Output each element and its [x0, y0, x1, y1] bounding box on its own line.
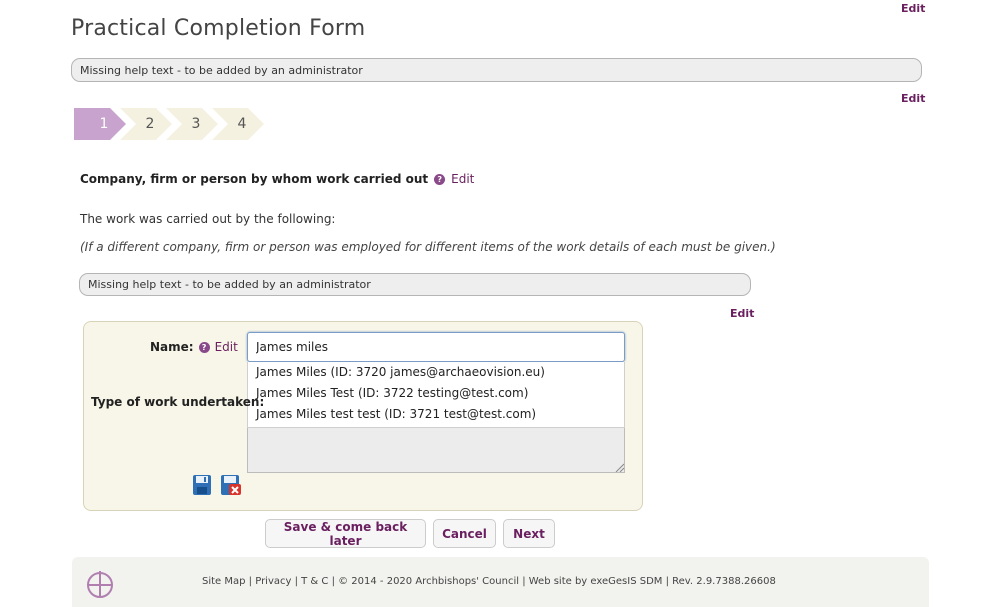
autocomplete-option[interactable]: James Miles test test (ID: 3721 test@tes… — [248, 404, 624, 425]
step-progress: 1 2 3 4 — [74, 108, 284, 140]
section-heading: Company, firm or person by whom work car… — [80, 172, 474, 186]
name-edit-link[interactable]: Edit — [215, 340, 238, 354]
top-edit-link[interactable]: Edit — [901, 2, 925, 15]
intro-note: (If a different company, firm or person … — [80, 240, 776, 254]
work-type-textarea[interactable] — [247, 428, 625, 473]
page-title: Practical Completion Form — [71, 16, 366, 41]
section-heading-label: Company, firm or person by whom work car… — [80, 172, 429, 186]
name-field-label: Name: ? Edit — [150, 340, 238, 354]
help-question-icon[interactable]: ? — [198, 341, 210, 353]
step-3[interactable]: 3 — [166, 108, 218, 140]
help-text: Missing help text - to be added by an ad… — [80, 63, 363, 77]
cancel-disk-icon[interactable] — [220, 474, 242, 496]
step-label: 2 — [145, 116, 155, 132]
save-come-back-later-button[interactable]: Save & come back later — [265, 519, 426, 548]
step-label: 1 — [99, 116, 109, 132]
help-edit-link[interactable]: Edit — [901, 92, 925, 105]
section-help-edit-link[interactable]: Edit — [730, 307, 754, 320]
section-help-text: Missing help text - to be added by an ad… — [88, 278, 371, 291]
work-type-label: Type of work undertaken: — [91, 395, 265, 409]
step-2[interactable]: 2 — [120, 108, 172, 140]
cancel-button[interactable]: Cancel — [433, 519, 496, 548]
footer-links-text: Site Map | Privacy | T & C | © 2014 - 20… — [202, 576, 776, 587]
autocomplete-option[interactable]: James Miles (ID: 3720 james@archaeovisio… — [248, 362, 624, 383]
help-text-box: Missing help text - to be added by an ad… — [71, 58, 922, 82]
section-help-box: Missing help text - to be added by an ad… — [79, 273, 751, 296]
step-label: 3 — [191, 116, 201, 132]
intro-text: The work was carried out by the followin… — [80, 212, 336, 226]
step-4[interactable]: 4 — [212, 108, 264, 140]
step-1[interactable]: 1 — [74, 108, 126, 140]
save-disk-icon[interactable] — [192, 474, 212, 496]
autocomplete-dropdown: James Miles (ID: 3720 james@archaeovisio… — [247, 362, 625, 428]
church-logo-icon — [87, 571, 113, 598]
step-label: 4 — [237, 116, 247, 132]
section-edit-link[interactable]: Edit — [451, 172, 474, 186]
resize-grip-icon[interactable] — [614, 462, 624, 472]
name-label-text: Name: — [150, 340, 194, 354]
name-input[interactable] — [247, 332, 625, 362]
next-button[interactable]: Next — [503, 519, 555, 548]
help-question-icon[interactable]: ? — [434, 173, 446, 185]
autocomplete-option[interactable]: James Miles Test (ID: 3722 testing@test.… — [248, 383, 624, 404]
